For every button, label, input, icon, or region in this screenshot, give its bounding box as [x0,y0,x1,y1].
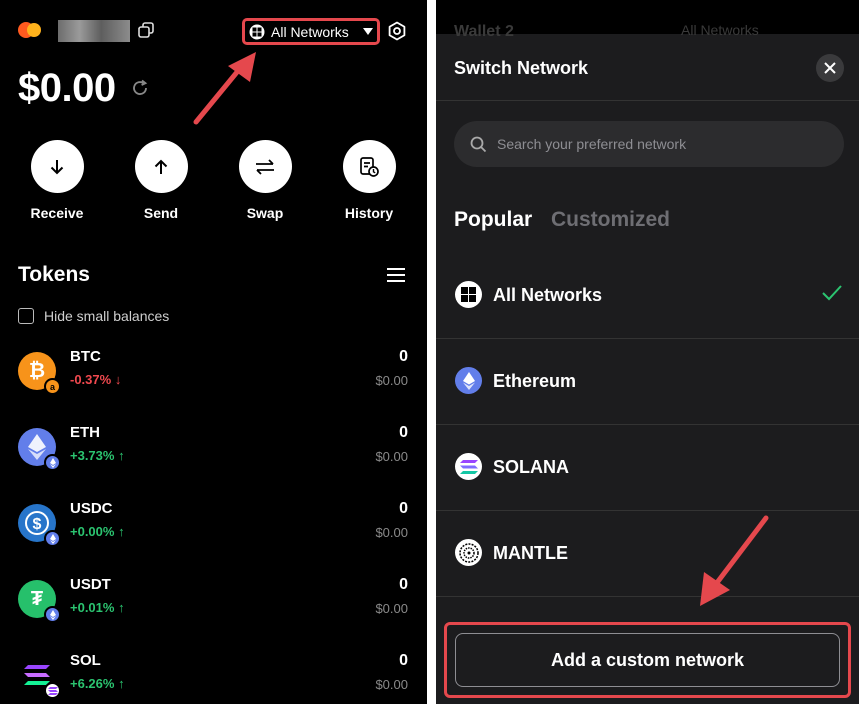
token-amount: 0 [399,576,408,593]
token-symbol: ETH [70,424,100,441]
token-amount: 0 [399,500,408,517]
add-custom-network-button[interactable]: Add a custom network [455,633,840,687]
token-change: +6.26% ↑ [70,676,125,691]
wallet-home-panel: All Networks $0.00 Receive Send Swap His… [0,0,427,704]
network-label: SOLANA [493,457,569,477]
close-icon [824,62,836,74]
sheet-title: Switch Network [454,58,589,78]
annotation-arrow-icon [193,52,256,125]
send-button[interactable]: Send [121,140,201,221]
token-change: +3.73% ↑ [70,448,125,463]
network-row-mantle[interactable]: MANTLE [436,511,859,597]
token-change: +0.00% ↑ [70,524,125,539]
all-networks-icon [249,24,265,39]
caret-down-icon [362,28,373,35]
ethereum-chain-badge-icon [44,454,61,471]
wallet-avatar [18,20,41,42]
ethereum-chain-badge-icon [44,530,61,547]
swap-icon [238,140,292,193]
token-amount: 0 [399,652,408,669]
ethereum-chain-badge-icon [44,606,61,623]
token-row-usdc[interactable]: $ USDC +0.00% ↑ 0 $0.00 [18,500,408,550]
divider [436,100,859,101]
network-row-all[interactable]: All Networks [436,253,859,339]
network-selector-button[interactable]: All Networks [242,18,380,45]
solana-chain-badge-icon [44,682,61,699]
network-row-solana[interactable]: SOLANA [436,425,859,511]
token-row-usdt[interactable]: ₮ USDT +0.01% ↑ 0 $0.00 [18,576,408,626]
receive-button[interactable]: Receive [17,140,97,221]
token-usd-value: $0.00 [375,677,408,692]
copy-icon[interactable] [138,22,154,38]
swap-button[interactable]: Swap [225,140,305,221]
token-usd-value: $0.00 [375,525,408,540]
switch-network-sheet: Wallet 2 All Networks Switch Network Pop… [436,0,859,704]
ethereum-icon [455,367,482,394]
dimmed-network-label: All Networks [681,22,759,38]
close-button[interactable] [816,54,844,82]
total-balance: $0.00 [18,66,116,110]
token-row-eth[interactable]: ETH +3.73% ↑ 0 $0.00 [18,424,408,474]
annotation-arrow-icon [700,515,769,606]
history-label: History [344,205,394,221]
swap-label: Swap [246,205,284,221]
refresh-icon[interactable] [130,78,150,98]
token-usd-value: $0.00 [375,601,408,616]
search-icon [470,136,487,152]
wallet-name-blurred [58,20,130,42]
hide-small-balances-toggle[interactable]: Hide small balances [18,308,169,324]
token-symbol: USDC [70,500,113,517]
receive-label: Receive [30,205,84,221]
token-symbol: USDT [70,576,111,593]
token-change: +0.01% ↑ [70,600,125,615]
arrow-down-icon [30,140,84,193]
list-menu-icon[interactable] [387,267,405,283]
token-usd-value: $0.00 [375,373,408,388]
all-networks-icon [455,281,482,308]
network-selector-label: All Networks [271,23,349,40]
checkmark-icon [822,285,842,301]
svg-text:$: $ [33,516,42,533]
arrow-up-icon [134,140,188,193]
network-search[interactable] [454,121,844,167]
network-label: MANTLE [493,543,568,563]
settings-icon[interactable] [387,21,407,41]
token-row-sol[interactable]: SOL +6.26% ↑ 0 $0.00 [18,652,408,702]
hide-small-balances-label: Hide small balances [44,308,170,324]
history-icon [342,140,396,193]
solana-icon [455,453,482,480]
wallet-selector[interactable] [18,18,146,44]
token-amount: 0 [399,424,408,441]
network-row-ethereum[interactable]: Ethereum [436,339,859,425]
dimmed-wallet-name: Wallet 2 [454,23,514,40]
history-button[interactable]: History [329,140,409,221]
token-usd-value: $0.00 [375,449,408,464]
mantle-icon [455,539,482,566]
network-label: Ethereum [493,371,577,391]
search-input[interactable] [497,136,817,152]
network-label: All Networks [493,285,603,305]
token-symbol: SOL [70,652,101,669]
token-symbol: BTC [70,348,101,365]
bitcoin-chain-badge-icon: a [44,378,61,395]
checkbox[interactable] [18,308,34,324]
tokens-heading: Tokens [18,263,90,286]
send-label: Send [143,205,179,221]
token-amount: 0 [399,348,408,365]
tab-popular[interactable]: Popular [454,208,532,232]
token-row-btc[interactable]: ₿ a BTC -0.37% ↓ 0 $0.00 [18,348,408,398]
tab-customized[interactable]: Customized [551,208,670,232]
add-custom-network-highlight: Add a custom network [444,622,851,698]
token-change: -0.37% ↓ [70,372,122,387]
